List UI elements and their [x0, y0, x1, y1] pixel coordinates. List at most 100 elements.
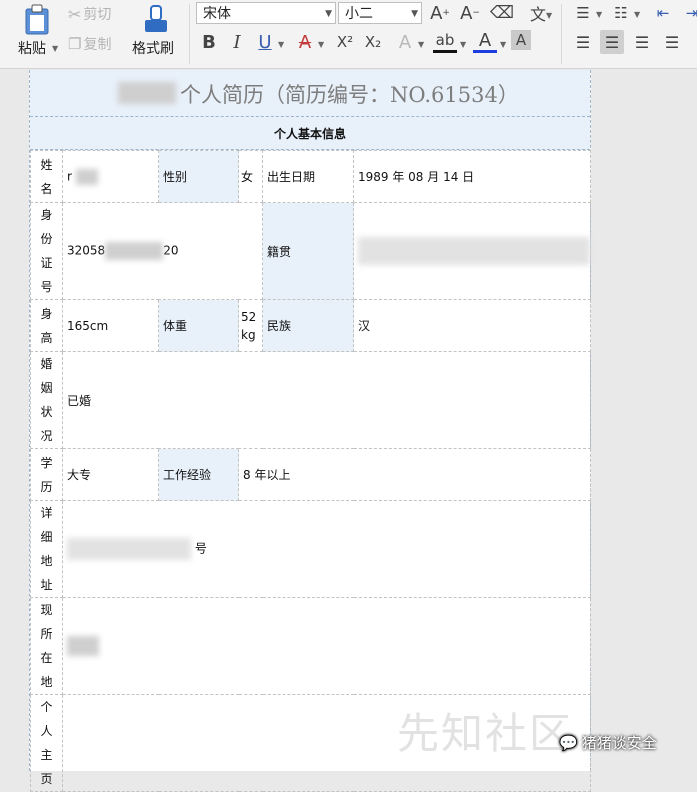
chevron-down-icon: ▼: [546, 11, 553, 20]
name-value[interactable]: r: [62, 150, 159, 203]
exp-value[interactable]: 8 年以上: [238, 448, 591, 501]
increase-indent-button[interactable]: ⇥: [680, 1, 697, 25]
gender-value[interactable]: 女: [238, 150, 263, 203]
resume-title: 个人简历（简历编号：NO.61534）: [180, 83, 519, 107]
gender-label: 性别: [158, 150, 239, 203]
address-label: 详细地址: [30, 500, 63, 598]
chevron-down-icon[interactable]: ▼: [318, 40, 324, 49]
ethnic-value[interactable]: 汉: [353, 299, 591, 352]
vertical-label-char: 地: [40, 675, 53, 689]
ribbon-separator: [561, 4, 562, 64]
increase-indent-icon: ⇥: [685, 4, 697, 22]
subscript-button[interactable]: X₂: [361, 30, 385, 54]
font-color-icon: A: [478, 29, 492, 51]
vertical-label-char: 址: [40, 578, 53, 592]
font-name-value: 宋体: [203, 6, 231, 22]
native-value[interactable]: [353, 202, 591, 300]
vertical-label-char: 名: [40, 181, 53, 196]
id-value[interactable]: 32058 20: [62, 202, 263, 300]
vertical-label-char: 号: [40, 280, 53, 294]
font-size-select[interactable]: 小二 ▼: [338, 2, 422, 24]
chevron-down-icon[interactable]: ▼: [596, 10, 602, 19]
font-color-button[interactable]: A: [473, 30, 497, 53]
align-right-button[interactable]: ☰: [630, 30, 654, 54]
bold-icon: B: [202, 31, 216, 53]
current-label: 现所在地: [30, 597, 63, 695]
paste-dropdown-icon[interactable]: ▼: [52, 44, 58, 53]
strikethrough-icon: A: [298, 31, 312, 53]
redacted-name: [118, 82, 176, 104]
address-value[interactable]: 号: [62, 500, 591, 598]
format-painter-label: 格式刷: [132, 41, 174, 57]
text-effect-icon: A: [398, 31, 412, 53]
edu-label: 学历: [30, 448, 63, 501]
name-label: 姓名: [30, 150, 63, 203]
font-name-select[interactable]: 宋体 ▼: [196, 2, 336, 24]
grow-font-button[interactable]: A +: [428, 1, 452, 25]
current-value[interactable]: [62, 597, 591, 695]
marital-label: 婚姻状况: [30, 351, 63, 449]
native-label: 籍贯: [262, 202, 354, 300]
paste-button[interactable]: 粘贴 ▼: [14, 2, 60, 62]
height-value[interactable]: 165cm: [62, 299, 159, 352]
birth-label: 出生日期: [262, 150, 354, 203]
bold-button[interactable]: B: [197, 30, 221, 54]
underline-icon: U: [258, 31, 272, 53]
vertical-label-char: 高: [40, 330, 53, 345]
numbered-list-button[interactable]: ☷: [609, 1, 633, 25]
char-shading-button[interactable]: A: [511, 30, 531, 50]
vertical-label-char: 个: [40, 700, 53, 714]
chevron-down-icon[interactable]: ▼: [460, 40, 466, 49]
chevron-down-icon[interactable]: ▼: [500, 40, 506, 49]
grow-font-icon: A: [430, 2, 443, 24]
align-center-button[interactable]: ☰: [600, 30, 624, 54]
copy-icon: ❐: [68, 35, 82, 53]
strikethrough-button[interactable]: A: [293, 30, 317, 54]
char-shading-icon: A: [515, 31, 527, 49]
redacted-address: [67, 538, 191, 560]
justify-button[interactable]: ☰: [660, 30, 684, 54]
weight-value[interactable]: 52 kg: [238, 299, 263, 352]
chevron-down-icon[interactable]: ▼: [634, 10, 640, 19]
align-left-icon: ☰: [575, 32, 591, 52]
highlight-button[interactable]: ab: [433, 30, 457, 53]
superscript-icon: X²: [336, 33, 354, 51]
italic-button[interactable]: I: [225, 30, 249, 54]
format-painter-button[interactable]: 格式刷: [130, 2, 180, 62]
vertical-label-char: 婚: [40, 357, 53, 371]
align-left-button[interactable]: ☰: [571, 30, 595, 54]
id-suffix: 20: [163, 243, 179, 258]
id-prefix: 32058: [67, 243, 106, 258]
redacted-native: [358, 237, 590, 265]
cut-button[interactable]: ✂ 剪切: [68, 4, 111, 24]
birth-value[interactable]: 1989 年 08 月 14 日: [353, 150, 591, 203]
paste-label: 粘贴: [18, 41, 46, 57]
align-right-icon: ☰: [634, 32, 650, 52]
edu-value[interactable]: 大专: [62, 448, 159, 501]
vertical-label-char: 现: [40, 603, 53, 617]
chevron-down-icon: ▼: [325, 9, 332, 19]
redacted-id: [105, 242, 164, 260]
copy-button[interactable]: ❐ 复制: [68, 34, 111, 54]
section-header: 个人基本信息: [30, 117, 590, 150]
decrease-indent-button[interactable]: ⇤: [651, 1, 675, 25]
phonetic-icon: 文: [529, 5, 546, 24]
phonetic-guide-button[interactable]: 文 ▼: [524, 1, 552, 25]
subscript-icon: X₂: [364, 33, 382, 51]
superscript-button[interactable]: X²: [333, 30, 357, 54]
vertical-label-char: 在: [40, 651, 53, 665]
vertical-label-char: 身: [40, 306, 53, 321]
bullet-list-icon: ☰: [576, 4, 590, 22]
underline-button[interactable]: U: [253, 30, 277, 54]
clipboard-icon: [25, 4, 49, 35]
weight-label: 体重: [158, 299, 239, 352]
numbered-list-icon: ☷: [614, 4, 628, 22]
chevron-down-icon[interactable]: ▼: [418, 40, 424, 49]
text-effect-button[interactable]: A: [393, 30, 417, 54]
clear-format-button[interactable]: ⌫: [490, 1, 514, 25]
chevron-down-icon[interactable]: ▼: [278, 40, 284, 49]
shrink-font-button[interactable]: A −: [458, 1, 482, 25]
marital-value[interactable]: 已婚: [62, 351, 591, 449]
bullet-list-button[interactable]: ☰: [571, 1, 595, 25]
vertical-label-char: 证: [40, 256, 53, 270]
